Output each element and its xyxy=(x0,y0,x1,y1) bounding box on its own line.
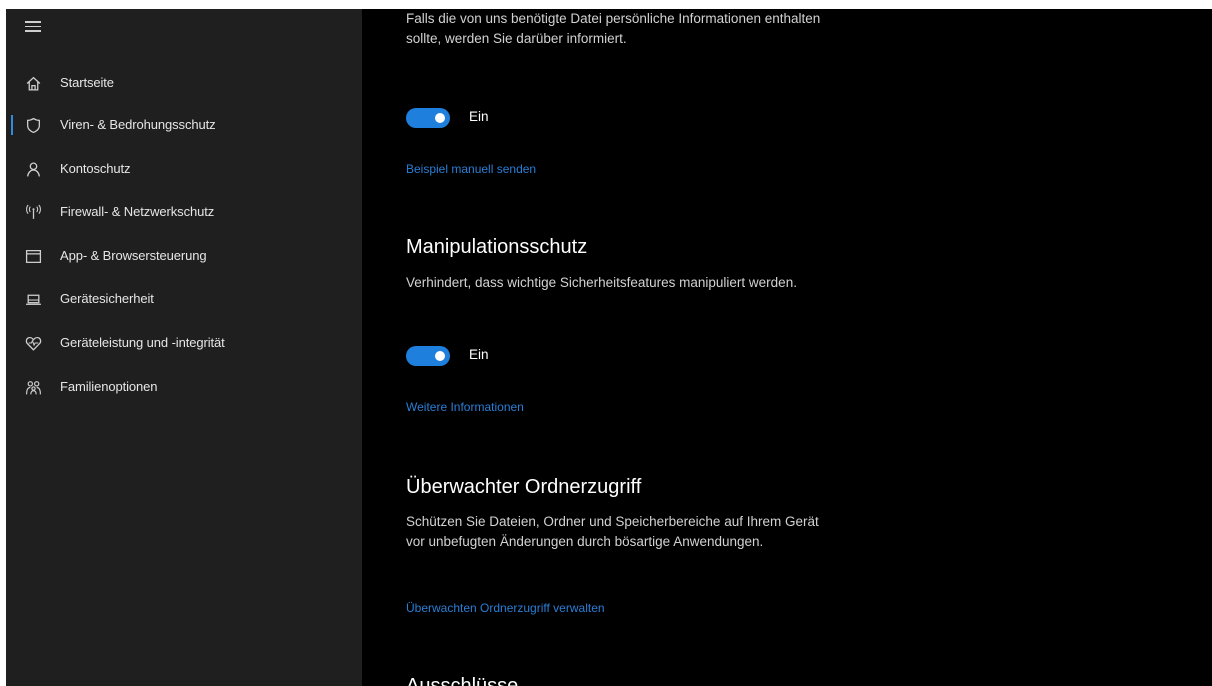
tamper-protection-toggle[interactable] xyxy=(406,346,450,366)
sidebar-item-label: Viren- & Bedrohungsschutz xyxy=(60,117,216,132)
sidebar-item-app-browsersteuerung[interactable]: App- & Browsersteuerung xyxy=(6,236,362,276)
active-indicator xyxy=(11,115,13,135)
sidebar-item-label: Firewall- & Netzwerkschutz xyxy=(60,204,215,219)
tamper-protection-toggle-label: Ein xyxy=(469,347,489,362)
sidebar-item-kontoschutz[interactable]: Kontoschutz xyxy=(6,149,362,189)
sample-submission-toggle[interactable] xyxy=(406,108,450,128)
tamper-protection-heading: Manipulationsschutz xyxy=(406,236,588,258)
home-icon xyxy=(25,75,42,92)
toggle-knob xyxy=(435,113,445,123)
sidebar-item-firewall-netzwerkschutz[interactable]: Firewall- & Netzwerkschutz xyxy=(6,192,362,232)
heart-icon xyxy=(25,335,42,352)
toggle-knob xyxy=(435,351,445,361)
sidebar-item-startseite[interactable]: Startseite xyxy=(6,63,362,103)
sidebar-item-geraetesicherheit[interactable]: Gerätesicherheit xyxy=(6,279,362,319)
person-icon xyxy=(25,161,42,178)
sidebar-item-label: Familienoptionen xyxy=(60,379,158,394)
manage-controlled-folder-access-link[interactable]: Überwachten Ordnerzugriff verwalten xyxy=(406,601,605,615)
more-information-link[interactable]: Weitere Informationen xyxy=(406,400,524,414)
windows-security-window: Startseite Viren- & Bedrohungsschutz Kon… xyxy=(6,9,1212,686)
hamburger-menu-icon[interactable] xyxy=(25,21,41,33)
sample-submission-toggle-label: Ein xyxy=(469,109,489,124)
network-icon xyxy=(25,204,42,221)
sidebar-item-label: Geräteleistung und -integrität xyxy=(60,335,225,350)
laptop-icon xyxy=(25,291,42,308)
sidebar-item-label: Gerätesicherheit xyxy=(60,291,154,306)
sidebar-item-label: Kontoschutz xyxy=(60,161,131,176)
tamper-protection-description: Verhindert, dass wichtige Sicherheitsfea… xyxy=(406,275,797,290)
sidebar-item-geraeteleistung-integritaet[interactable]: Geräteleistung und -integrität xyxy=(6,323,362,363)
sidebar-item-familienoptionen[interactable]: Familienoptionen xyxy=(6,367,362,407)
submit-sample-manually-link[interactable]: Beispiel manuell senden xyxy=(406,162,536,176)
sidebar-item-label: App- & Browsersteuerung xyxy=(60,248,207,263)
family-icon xyxy=(25,379,42,396)
shield-icon xyxy=(25,117,42,134)
sample-submission-description: Falls die von uns benötigte Datei persön… xyxy=(406,11,821,46)
browser-window-icon xyxy=(25,248,42,265)
main-content: Falls die von uns benötigte Datei persön… xyxy=(362,9,1212,686)
sidebar-item-viren-bedrohungsschutz[interactable]: Viren- & Bedrohungsschutz xyxy=(6,105,362,145)
exclusions-heading: Ausschlüsse xyxy=(406,675,519,686)
controlled-folder-access-description: Schützen Sie Dateien, Ordner und Speiche… xyxy=(406,514,819,549)
controlled-folder-access-heading: Überwachter Ordnerzugriff xyxy=(406,476,642,498)
sidebar-item-label: Startseite xyxy=(60,75,114,90)
sidebar: Startseite Viren- & Bedrohungsschutz Kon… xyxy=(6,9,362,686)
